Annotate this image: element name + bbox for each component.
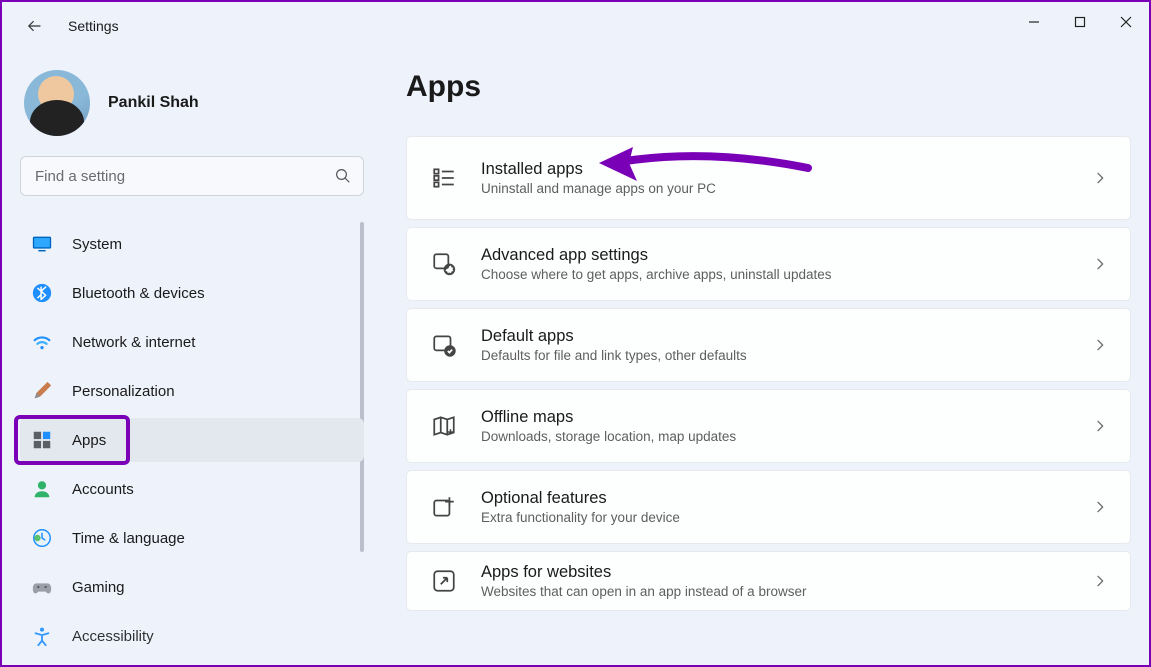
card-offline-maps[interactable]: Offline maps Downloads, storage location…	[406, 389, 1131, 463]
accounts-icon	[30, 477, 54, 501]
app-title: Settings	[68, 18, 119, 34]
page-title: Apps	[406, 70, 1131, 104]
sidebar-item-system[interactable]: System	[20, 222, 364, 266]
card-subtitle: Extra functionality for your device	[481, 510, 1092, 525]
sidebar-item-label: Personalization	[72, 383, 175, 400]
advanced-app-settings-icon	[429, 249, 459, 279]
card-title: Default apps	[481, 327, 1092, 346]
card-title: Optional features	[481, 489, 1092, 508]
apps-for-websites-icon	[429, 566, 459, 596]
chevron-right-icon	[1092, 337, 1108, 353]
sidebar-item-label: Network & internet	[72, 334, 195, 351]
card-subtitle: Websites that can open in an app instead…	[481, 584, 1092, 599]
card-default-apps[interactable]: Default apps Defaults for file and link …	[406, 308, 1131, 382]
gaming-icon	[30, 575, 54, 599]
apps-icon	[30, 428, 54, 452]
card-title: Installed apps	[481, 160, 1092, 179]
avatar	[24, 70, 90, 136]
maximize-button[interactable]	[1057, 2, 1103, 42]
sidebar-item-label: Accounts	[72, 481, 134, 498]
time-icon	[30, 526, 54, 550]
sidebar-item-label: Accessibility	[72, 628, 154, 645]
search-input[interactable]	[20, 156, 364, 196]
sidebar-item-label: Gaming	[72, 579, 125, 596]
sidebar-item-bluetooth[interactable]: Bluetooth & devices	[20, 271, 364, 315]
profile-block[interactable]: Pankil Shah	[20, 70, 364, 136]
sidebar-item-apps[interactable]: Apps	[20, 418, 364, 462]
card-subtitle: Downloads, storage location, map updates	[481, 429, 1092, 444]
sidebar-item-time[interactable]: Time & language	[20, 516, 364, 560]
network-icon	[30, 330, 54, 354]
chevron-right-icon	[1092, 170, 1108, 186]
profile-name: Pankil Shah	[108, 94, 199, 112]
sidebar-item-label: System	[72, 236, 122, 253]
card-subtitle: Uninstall and manage apps on your PC	[481, 181, 1092, 196]
sidebar-item-label: Time & language	[72, 530, 185, 547]
chevron-right-icon	[1092, 499, 1108, 515]
chevron-right-icon	[1092, 573, 1108, 589]
card-title: Advanced app settings	[481, 246, 1092, 265]
accessibility-icon	[30, 624, 54, 648]
back-button[interactable]	[20, 12, 48, 40]
sidebar-item-accounts[interactable]: Accounts	[20, 467, 364, 511]
card-advanced-app-settings[interactable]: Advanced app settings Choose where to ge…	[406, 227, 1131, 301]
card-subtitle: Defaults for file and link types, other …	[481, 348, 1092, 363]
system-icon	[30, 232, 54, 256]
sidebar-item-label: Bluetooth & devices	[72, 285, 205, 302]
sidebar-item-personalization[interactable]: Personalization	[20, 369, 364, 413]
minimize-button[interactable]	[1011, 2, 1057, 42]
offline-maps-icon	[429, 411, 459, 441]
search-box[interactable]	[20, 156, 364, 196]
personalization-icon	[30, 379, 54, 403]
optional-features-icon	[429, 492, 459, 522]
bluetooth-icon	[30, 281, 54, 305]
search-icon	[334, 167, 352, 185]
sidebar-item-gaming[interactable]: Gaming	[20, 565, 364, 609]
sidebar-item-network[interactable]: Network & internet	[20, 320, 364, 364]
card-subtitle: Choose where to get apps, archive apps, …	[481, 267, 1092, 282]
sidebar-item-label: Apps	[72, 432, 106, 449]
card-installed-apps[interactable]: Installed apps Uninstall and manage apps…	[406, 136, 1131, 220]
card-title: Apps for websites	[481, 563, 1092, 582]
chevron-right-icon	[1092, 256, 1108, 272]
chevron-right-icon	[1092, 418, 1108, 434]
card-title: Offline maps	[481, 408, 1092, 427]
card-optional-features[interactable]: Optional features Extra functionality fo…	[406, 470, 1131, 544]
default-apps-icon	[429, 330, 459, 360]
card-apps-for-websites[interactable]: Apps for websites Websites that can open…	[406, 551, 1131, 611]
installed-apps-icon	[429, 163, 459, 193]
sidebar-item-accessibility[interactable]: Accessibility	[20, 614, 364, 658]
close-button[interactable]	[1103, 2, 1149, 42]
